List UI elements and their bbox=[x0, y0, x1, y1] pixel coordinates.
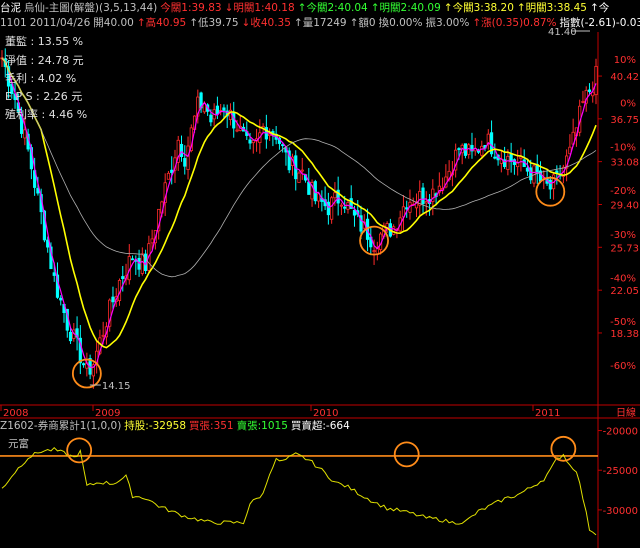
sub-highlight-circle bbox=[66, 437, 93, 464]
stat-eps: E P S : 2.26 元 bbox=[5, 90, 83, 103]
stock-chart: 40.42 36.75 33.08 29.40 25.73 22.05 18.38 10% 0%… bbox=[0, 27, 640, 548]
sub-highlight-circle bbox=[550, 435, 577, 462]
stat-dividend-yield: 殖利率 : 4.46 % bbox=[5, 108, 88, 121]
candle-body bbox=[52, 272, 56, 276]
candle-body bbox=[232, 112, 236, 129]
candle-body bbox=[581, 101, 585, 103]
candle-body bbox=[424, 201, 428, 204]
candle-body bbox=[251, 140, 255, 144]
candle-body bbox=[506, 155, 510, 170]
candle-body bbox=[166, 172, 171, 180]
candle-body bbox=[179, 143, 184, 157]
candle-body bbox=[326, 201, 330, 216]
date-axis-unit: 日線 bbox=[616, 406, 636, 419]
candle-body bbox=[480, 145, 484, 156]
candle-body bbox=[333, 192, 337, 199]
sub-field-4: 買賣超:-664 bbox=[290, 420, 350, 432]
sub-chart-header: Z1602-券商累計1(1,0,0) 持股:-32958 買張:351 賣張:1015… bbox=[0, 418, 600, 434]
candle-body bbox=[140, 253, 144, 274]
pct-tick-label: -40% bbox=[610, 273, 636, 284]
candle-body bbox=[372, 250, 376, 252]
candle-body bbox=[457, 148, 461, 150]
pct-tick-label: 10% bbox=[614, 55, 636, 66]
pct-tick-label: -10% bbox=[610, 142, 636, 153]
sub-tick-label: -20000 bbox=[603, 427, 638, 438]
sub-field-0: Z1602-券商累計1(1,0,0) bbox=[0, 420, 122, 432]
stat-directors-holding: 董監 : 13.55 % bbox=[5, 35, 84, 48]
price-tick-label: 33.08 bbox=[610, 158, 639, 169]
candle-body bbox=[339, 204, 344, 207]
price-tick-label: 36.75 bbox=[610, 115, 639, 126]
pct-tick-label: -20% bbox=[610, 186, 636, 197]
stat-gross-margin: 毛利 : 4.02 % bbox=[5, 72, 77, 85]
price-tick-label: 40.42 bbox=[610, 72, 639, 83]
candle-body bbox=[235, 129, 239, 132]
price-tick-label: 25.73 bbox=[610, 243, 639, 254]
candle-body bbox=[23, 129, 27, 139]
candle-body bbox=[300, 169, 304, 172]
candle-body bbox=[307, 181, 311, 195]
pct-tick-label: 0% bbox=[620, 99, 636, 110]
candle-body bbox=[170, 169, 174, 173]
broker-label: 元富 bbox=[8, 438, 29, 450]
candle-body bbox=[183, 158, 187, 167]
candle-body bbox=[248, 139, 252, 144]
low-annotation: 14.15 bbox=[102, 381, 131, 392]
ma-mid-line bbox=[1, 57, 597, 349]
pct-tick-label: -30% bbox=[610, 230, 636, 241]
candle-body bbox=[215, 105, 220, 115]
price-tick-label: 18.38 bbox=[610, 329, 639, 340]
pct-tick-label: -50% bbox=[610, 317, 636, 328]
candle-body bbox=[548, 179, 552, 190]
sub-tick-label: -30000 bbox=[603, 506, 638, 517]
candle-body bbox=[101, 334, 105, 337]
candle-body bbox=[68, 331, 73, 342]
candle-body bbox=[587, 89, 592, 92]
candle-body bbox=[352, 209, 357, 216]
broker-series-line bbox=[1, 446, 597, 536]
candle-body bbox=[493, 156, 497, 159]
candle-body bbox=[330, 197, 334, 220]
sub-tick-label: -25000 bbox=[603, 466, 638, 477]
ma-fast-line bbox=[1, 57, 597, 368]
candle-body bbox=[594, 65, 598, 96]
candle-body bbox=[121, 276, 125, 279]
sub-field-1: 持股:-32958 bbox=[124, 420, 187, 432]
candle-body bbox=[186, 145, 190, 170]
candle-body bbox=[392, 226, 396, 235]
candle-body bbox=[509, 153, 513, 162]
sub-field-2: 買張:351 bbox=[189, 420, 234, 432]
candle-body bbox=[222, 107, 226, 111]
sub-field-3: 賣張:1015 bbox=[236, 420, 288, 432]
price-tick-label: 29.40 bbox=[610, 201, 639, 212]
candle-body bbox=[525, 167, 530, 172]
candle-body bbox=[111, 296, 115, 303]
candle-body bbox=[297, 172, 301, 183]
candle-body bbox=[59, 297, 63, 301]
candle-body bbox=[209, 114, 213, 123]
candle-body bbox=[343, 206, 347, 209]
candle-body bbox=[281, 144, 285, 147]
high-annotation: 41.40 bbox=[548, 27, 577, 38]
sub-highlight-circle bbox=[393, 441, 420, 468]
candle-body bbox=[130, 258, 135, 261]
candle-body bbox=[81, 363, 86, 366]
price-tick-label: 22.05 bbox=[610, 286, 639, 297]
stat-book-value: 淨值 : 24.78 元 bbox=[5, 54, 84, 67]
pct-tick-label: -60% bbox=[610, 361, 636, 372]
candle-body bbox=[421, 187, 425, 205]
candle-body bbox=[150, 238, 154, 244]
